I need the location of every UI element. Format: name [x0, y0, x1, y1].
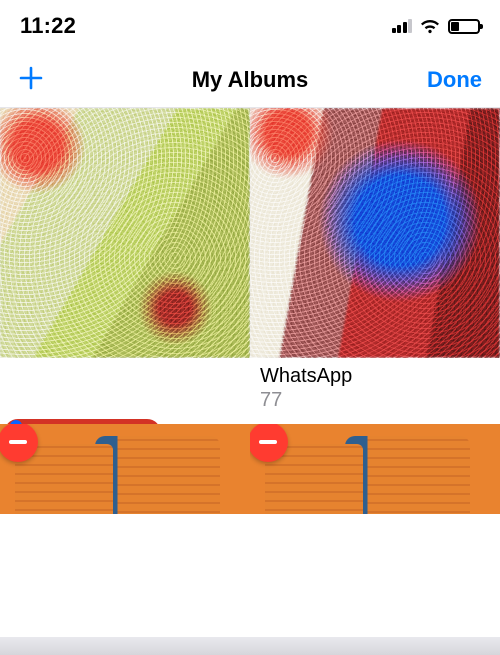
nav-bar: My Albums Done: [0, 52, 500, 108]
done-button[interactable]: Done: [427, 67, 482, 93]
albums-grid: Good stuff 9 Good stuff 9 WhatsApp 77: [0, 108, 500, 514]
add-album-button[interactable]: [18, 64, 44, 96]
album-count: 77: [260, 388, 490, 412]
album-thumbnail[interactable]: [0, 108, 250, 358]
status-bar: 11:22: [0, 0, 500, 52]
bottom-edge: [0, 637, 500, 655]
album-item[interactable]: [0, 424, 250, 514]
status-time: 11:22: [20, 13, 76, 39]
wifi-icon: [419, 18, 441, 34]
battery-icon: [448, 19, 480, 34]
plus-icon: [18, 65, 44, 91]
album-thumbnail[interactable]: [250, 108, 500, 358]
cellular-icon: [392, 19, 413, 33]
album-item[interactable]: WhatsApp 77: [250, 108, 500, 424]
status-right: [392, 18, 481, 34]
album-name[interactable]: WhatsApp: [260, 364, 490, 388]
album-item[interactable]: Good stuff 9 Good stuff 9: [0, 108, 250, 424]
album-item[interactable]: [250, 424, 500, 514]
page-title: My Albums: [192, 67, 309, 93]
